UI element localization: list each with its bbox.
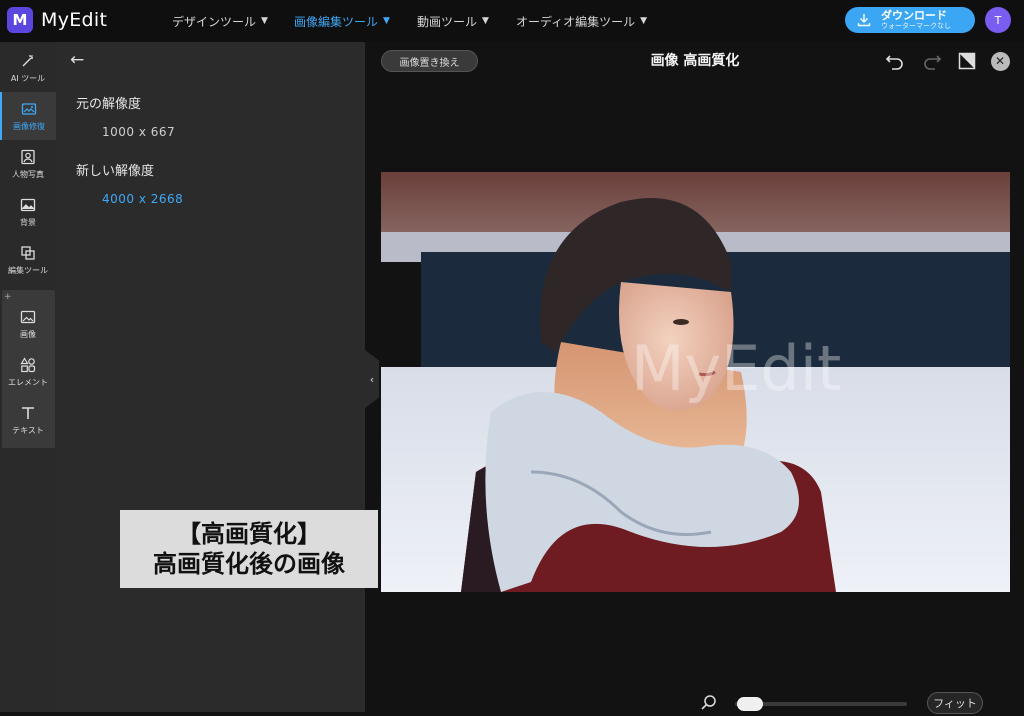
nav-label: デザインツール <box>172 14 257 29</box>
background-icon <box>20 198 36 211</box>
portrait-icon <box>21 149 35 164</box>
rail-label: 背景 <box>20 217 36 227</box>
download-sublabel: ウォーターマークなし <box>881 22 951 30</box>
rail-label: テキスト <box>12 425 44 435</box>
app-logo[interactable]: M MyEdit <box>7 7 107 33</box>
caption-overlay: 【高画質化】 高画質化後の画像 <box>120 510 378 588</box>
zoom-search-button[interactable] <box>700 694 718 712</box>
magic-wand-icon <box>22 54 33 66</box>
rail-item-image-repair[interactable]: 画像修復 <box>0 92 56 140</box>
fit-button[interactable]: フィット <box>927 692 983 714</box>
edit-tools-icon <box>21 245 35 260</box>
chevron-down-icon: ▼ <box>482 16 489 26</box>
rail-item-background[interactable]: 背景 <box>0 188 56 236</box>
back-arrow-icon[interactable]: ← <box>70 50 84 70</box>
text-icon <box>22 406 34 419</box>
rail-label: 編集ツール <box>8 265 48 275</box>
elements-icon <box>20 356 36 372</box>
rail-label: 画像修復 <box>13 121 45 131</box>
panel-collapse-toggle[interactable]: ‹ <box>365 350 379 408</box>
nav-label: 画像編集ツール <box>294 14 379 29</box>
rail-item-elements[interactable]: エレメント <box>0 348 56 396</box>
new-resolution-value: 4000 x 2668 <box>102 192 184 206</box>
rail-item-portrait[interactable]: 人物写真 <box>0 140 56 188</box>
logo-mark: M <box>7 7 33 33</box>
rail-label: AI ツール <box>10 73 46 83</box>
nav-label: 動画ツール <box>417 14 478 29</box>
rail-item-edit-tools[interactable]: 編集ツール <box>0 236 56 284</box>
new-resolution-label: 新しい解像度 <box>76 164 155 179</box>
watermark: MyEdit <box>631 332 842 405</box>
download-label: ダウンロード <box>881 9 947 22</box>
tool-rail: AI ツール 画像修復 人物写真 背景 編集ツール + 画像 エレメント テキス… <box>0 42 56 712</box>
chevron-left-icon: ‹ <box>369 372 375 386</box>
rail-item-ai-tools[interactable]: AI ツール <box>0 44 56 92</box>
compare-button[interactable] <box>956 50 978 72</box>
close-button[interactable]: ✕ <box>989 50 1011 72</box>
app-name: MyEdit <box>41 9 108 31</box>
caption-line-1: 【高画質化】 <box>177 520 321 548</box>
download-button[interactable]: ダウンロード ウォーターマークなし <box>845 7 975 33</box>
rail-label: 人物写真 <box>12 169 44 179</box>
redo-icon <box>924 55 942 70</box>
settings-panel: ← 元の解像度 1000 x 667 新しい解像度 4000 x 2668 <box>56 42 365 712</box>
nav-audio-tools[interactable]: オーディオ編集ツール ▼ <box>516 0 647 42</box>
rail-label: 画像 <box>20 329 36 339</box>
replace-image-button[interactable]: 画像置き換え <box>381 50 478 72</box>
undo-icon <box>885 55 903 70</box>
rail-item-image[interactable]: 画像 <box>0 300 56 348</box>
nav-image-edit-tools[interactable]: 画像編集ツール ▼ <box>294 0 390 42</box>
nav-design-tools[interactable]: デザインツール ▼ <box>172 0 268 42</box>
editor-title: 画像 高画質化 <box>650 53 740 69</box>
enhanced-image: MyEdit <box>381 172 1010 592</box>
original-resolution-value: 1000 x 667 <box>102 125 176 139</box>
user-avatar[interactable]: T <box>985 7 1011 33</box>
caption-line-2: 高画質化後の画像 <box>153 550 345 578</box>
close-icon: ✕ <box>990 51 1010 71</box>
image-repair-icon <box>21 102 37 115</box>
undo-button[interactable] <box>884 50 906 72</box>
chevron-down-icon: ▼ <box>261 16 268 26</box>
redo-button[interactable] <box>921 50 943 72</box>
nav-video-tools[interactable]: 動画ツール ▼ <box>417 0 489 42</box>
rail-label: エレメント <box>8 377 48 387</box>
image-icon <box>20 310 36 323</box>
zoom-slider-thumb[interactable] <box>737 697 763 711</box>
original-resolution-label: 元の解像度 <box>76 97 142 112</box>
zoom-icon <box>701 695 716 710</box>
chevron-down-icon: ▼ <box>640 16 648 26</box>
chevron-down-icon: ▼ <box>383 16 390 26</box>
zoom-slider[interactable] <box>735 694 907 712</box>
top-bar: M MyEdit デザインツール ▼ 画像編集ツール ▼ 動画ツール ▼ オーディオ編… <box>0 0 1024 42</box>
nav-label: オーディオ編集ツール <box>516 14 636 29</box>
download-icon <box>857 14 871 27</box>
compare-icon <box>958 52 976 70</box>
rail-item-text[interactable]: テキスト <box>0 396 56 444</box>
